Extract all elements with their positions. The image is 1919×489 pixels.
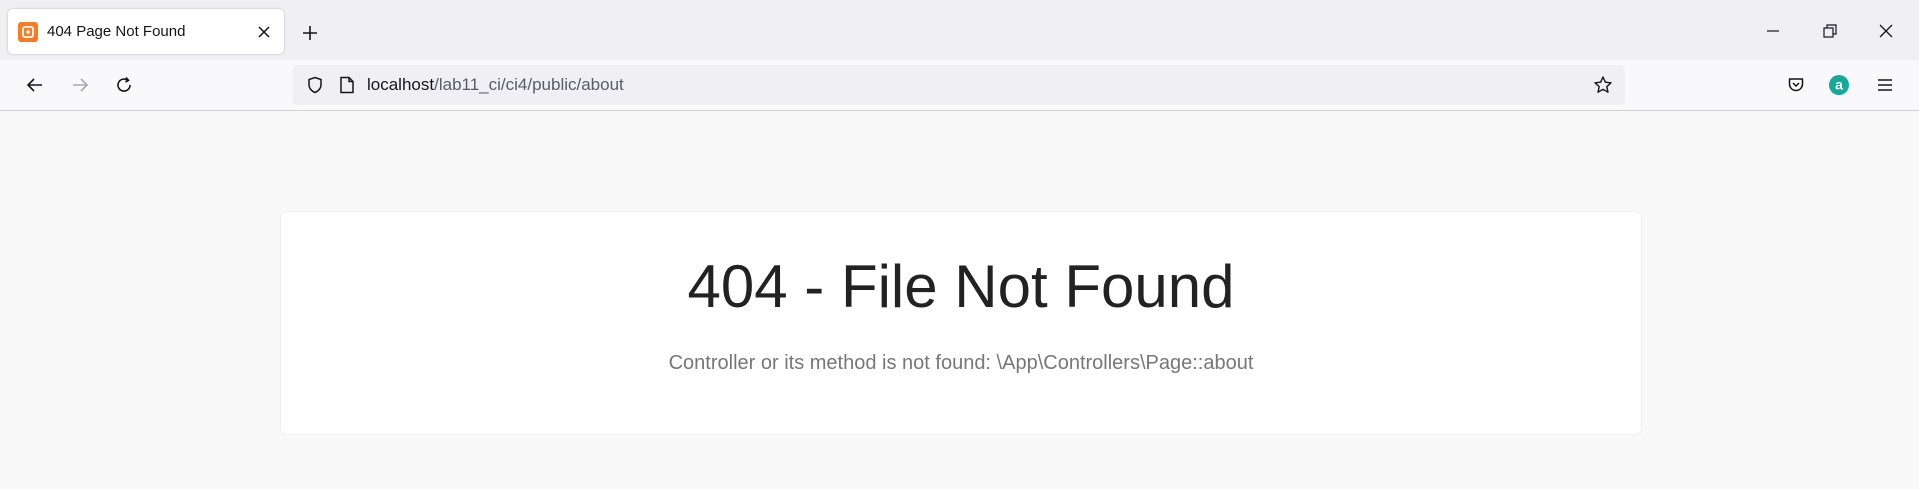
back-arrow-icon[interactable] bbox=[19, 69, 51, 101]
shield-icon[interactable] bbox=[301, 71, 329, 99]
close-window-icon[interactable] bbox=[1863, 14, 1909, 48]
codeigniter-icon bbox=[18, 21, 38, 42]
tab-close-icon[interactable] bbox=[252, 20, 276, 44]
account-avatar-icon[interactable]: a bbox=[1823, 69, 1855, 101]
svg-text:a: a bbox=[1835, 77, 1843, 93]
hamburger-menu-icon[interactable] bbox=[1869, 69, 1901, 101]
error-heading: 404 - File Not Found bbox=[687, 253, 1235, 320]
new-tab-plus-icon[interactable] bbox=[296, 19, 324, 47]
restore-icon[interactable] bbox=[1807, 14, 1853, 48]
browser-titlebar: 404 Page Not Found bbox=[0, 0, 1919, 60]
tab-title: 404 Page Not Found bbox=[47, 23, 186, 40]
url-host: localhost bbox=[367, 75, 435, 94]
navigation-toolbar: localhost/lab11_ci/ci4/public/about a bbox=[0, 60, 1919, 111]
tab-active[interactable]: 404 Page Not Found bbox=[8, 9, 284, 54]
page-viewport: 404 - File Not Found Controller or its m… bbox=[0, 111, 1919, 489]
page-icon[interactable] bbox=[333, 71, 361, 99]
error-card: 404 - File Not Found Controller or its m… bbox=[280, 211, 1642, 435]
url-path: /lab11_ci/ci4/public/about bbox=[434, 75, 624, 94]
minimize-icon[interactable] bbox=[1750, 14, 1796, 48]
address-bar[interactable]: localhost/lab11_ci/ci4/public/about bbox=[293, 65, 1625, 105]
pocket-icon[interactable] bbox=[1780, 69, 1812, 101]
error-message: Controller or its method is not found: \… bbox=[668, 352, 1254, 374]
reload-icon[interactable] bbox=[108, 69, 140, 101]
bookmark-star-icon[interactable] bbox=[1587, 69, 1619, 101]
url-text[interactable]: localhost/lab11_ci/ci4/public/about bbox=[367, 75, 1587, 95]
forward-arrow-icon[interactable] bbox=[64, 69, 96, 101]
